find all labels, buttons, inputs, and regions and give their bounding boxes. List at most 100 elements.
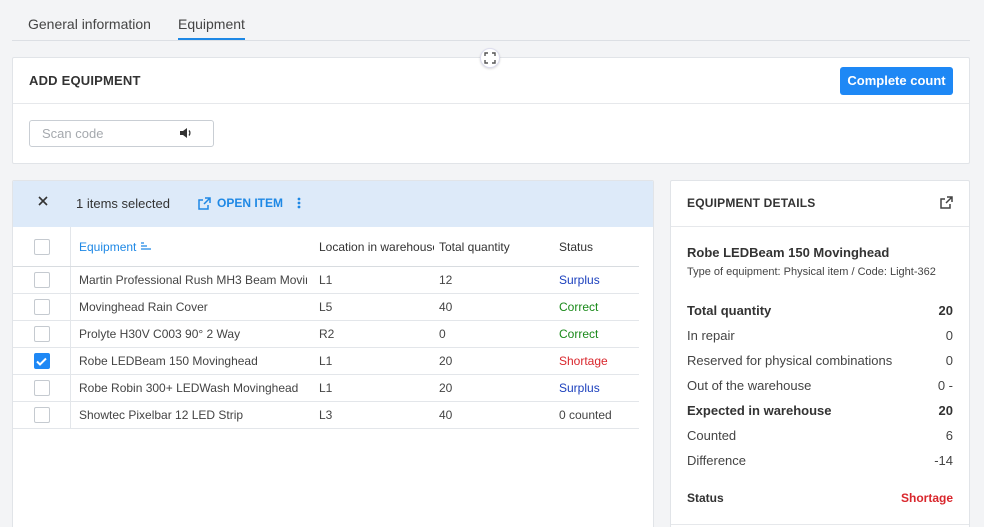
checkmark-icon: [36, 357, 47, 366]
select-all-checkbox[interactable]: [33, 238, 50, 255]
equipment-name: Prolyte H30V C003 90° 2 Way: [79, 327, 241, 341]
scan-code-field[interactable]: [29, 120, 214, 147]
equipment-details-title: EQUIPMENT DETAILS: [687, 196, 816, 210]
column-header-quantity[interactable]: Total quantity: [439, 227, 549, 266]
total-quantity: 12: [439, 273, 453, 287]
detail-label: Counted: [687, 428, 737, 443]
location: L5: [319, 300, 333, 314]
status: 0 counted: [559, 408, 612, 422]
total-quantity: 40: [439, 300, 453, 314]
open-details-button[interactable]: [940, 196, 953, 212]
table-row[interactable]: Showtec Pixelbar 12 LED Strip L3 40 0 co…: [13, 402, 639, 429]
equipment-name: Robe LEDBeam 150 Movinghead: [79, 354, 258, 368]
detail-value: 0 -: [937, 378, 953, 393]
detail-value: 0: [945, 328, 953, 343]
status: Surplus: [559, 381, 600, 395]
row-select-cell: [13, 402, 71, 428]
detail-expected: Expected in warehouse 20: [687, 403, 953, 418]
detail-value: 6: [945, 428, 953, 443]
add-equipment-title: ADD EQUIPMENT: [29, 73, 141, 88]
equipment-type-code: Type of equipment: Physical item / Code:…: [687, 266, 936, 278]
expand-button[interactable]: [480, 48, 500, 68]
select-all-cell: [13, 227, 71, 266]
tab-equipment[interactable]: Equipment: [178, 16, 245, 40]
expand-icon: [484, 52, 496, 64]
more-vertical-icon: [297, 197, 301, 209]
clear-selection-button[interactable]: [37, 195, 49, 210]
speaker-icon[interactable]: [179, 127, 193, 142]
detail-label: Expected in warehouse: [687, 403, 832, 418]
status: Surplus: [559, 273, 600, 287]
details-divider: [671, 524, 969, 525]
detail-value: 20: [938, 403, 953, 418]
column-label-equipment: Equipment: [79, 239, 137, 254]
row-checkbox[interactable]: [33, 353, 50, 369]
row-checkbox[interactable]: [33, 299, 50, 315]
table-row[interactable]: Movinghead Rain Cover L5 40 Correct: [13, 294, 639, 321]
location: L3: [319, 408, 333, 422]
location: R2: [319, 327, 335, 341]
equipment-list-panel: 1 items selected OPEN ITEM Equipment Loc…: [12, 180, 654, 527]
column-header-equipment[interactable]: Equipment: [79, 227, 307, 266]
table-row[interactable]: Robe Robin 300+ LEDWash Movinghead L1 20…: [13, 375, 639, 402]
detail-out-of-warehouse: Out of the warehouse 0 -: [687, 378, 953, 393]
total-quantity: 40: [439, 408, 453, 422]
location: L1: [319, 273, 333, 287]
open-external-icon: [198, 196, 211, 210]
row-checkbox[interactable]: [33, 407, 50, 423]
row-checkbox[interactable]: [33, 326, 50, 342]
table-row[interactable]: Prolyte H30V C003 90° 2 Way R2 0 Correct: [13, 321, 639, 348]
table-header: Equipment Location in warehouse Total qu…: [13, 227, 639, 267]
more-actions-button[interactable]: [297, 196, 301, 213]
detail-difference: Difference -14: [687, 453, 953, 468]
equipment-name: Martin Professional Rush MH3 Beam Moving…: [79, 273, 307, 287]
total-quantity: 20: [439, 354, 453, 368]
detail-label: Out of the warehouse: [687, 378, 812, 393]
sort-ascending-icon: [141, 241, 152, 250]
location: L1: [319, 381, 333, 395]
status-value: Shortage: [900, 491, 953, 505]
open-item-button[interactable]: OPEN ITEM: [198, 196, 283, 210]
row-checkbox[interactable]: [33, 272, 50, 288]
column-header-location[interactable]: Location in warehouse: [319, 227, 434, 266]
equipment-table: Equipment Location in warehouse Total qu…: [13, 227, 639, 429]
status: Correct: [559, 300, 599, 314]
equipment-details-panel: EQUIPMENT DETAILS Robe LEDBeam 150 Movin…: [670, 180, 970, 527]
column-header-status[interactable]: Status: [559, 227, 639, 266]
row-select-cell: [13, 267, 71, 293]
open-item-label: OPEN ITEM: [217, 196, 284, 210]
complete-count-button[interactable]: Complete count: [840, 67, 953, 95]
detail-label: Reserved for physical combinations: [687, 353, 893, 368]
detail-total-quantity: Total quantity 20: [687, 303, 953, 318]
detail-label: Difference: [687, 453, 747, 468]
table-row[interactable]: Robe LEDBeam 150 Movinghead L1 20 Shorta…: [13, 348, 639, 375]
tab-general-information[interactable]: General information: [28, 16, 151, 32]
row-select-cell: [13, 375, 71, 401]
status: Correct: [559, 327, 599, 341]
scan-code-input[interactable]: [42, 126, 172, 141]
detail-value: 20: [938, 303, 953, 318]
row-select-cell: [13, 348, 71, 374]
detail-reserved: Reserved for physical combinations 0: [687, 353, 953, 368]
row-checkbox[interactable]: [33, 380, 50, 396]
table-row[interactable]: Martin Professional Rush MH3 Beam Moving…: [13, 267, 639, 294]
add-equipment-panel: ADD EQUIPMENT Complete count: [12, 57, 970, 164]
detail-value: -14: [934, 453, 953, 468]
equipment-name: Robe Robin 300+ LEDWash Movinghead: [79, 381, 299, 395]
tab-bar: General information Equipment: [12, 0, 970, 41]
detail-label: In repair: [687, 328, 735, 343]
selected-count: 1 items selected: [76, 196, 170, 211]
equipment-name: Movinghead Rain Cover: [79, 300, 208, 314]
detail-in-repair: In repair 0: [687, 328, 953, 343]
equipment-details-header: EQUIPMENT DETAILS: [671, 181, 969, 227]
row-select-cell: [13, 294, 71, 320]
status: Shortage: [559, 354, 608, 368]
detail-label: Total quantity: [687, 303, 772, 318]
row-select-cell: [13, 321, 71, 347]
total-quantity: 20: [439, 381, 453, 395]
selection-toolbar: 1 items selected OPEN ITEM: [13, 181, 653, 227]
equipment-name-heading: Robe LEDBeam 150 Movinghead: [687, 245, 890, 260]
detail-value: 0: [945, 353, 953, 368]
total-quantity: 0: [439, 327, 446, 341]
status-label: Status: [687, 491, 724, 505]
